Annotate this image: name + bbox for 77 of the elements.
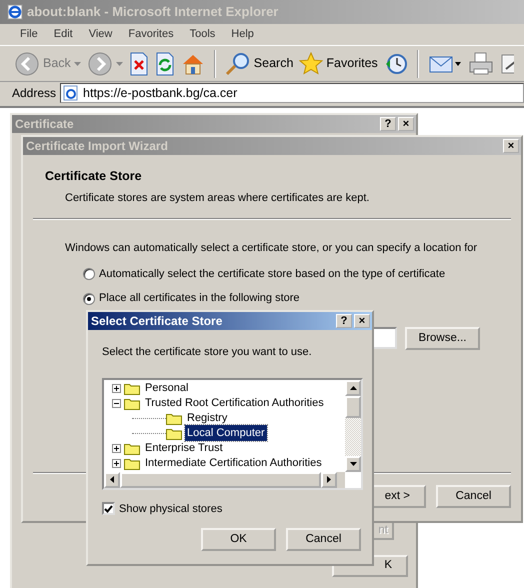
folder-icon — [166, 412, 182, 424]
up-arrow-icon — [350, 386, 356, 390]
section-heading: Certificate Store — [45, 168, 143, 185]
folder-icon — [124, 442, 140, 454]
window-title: Certificate — [15, 116, 75, 133]
address-label: Address — [12, 85, 56, 102]
radio-button[interactable] — [83, 268, 95, 280]
printer-icon — [468, 52, 494, 76]
cancel-button[interactable]: Cancel — [436, 484, 511, 508]
folder-icon — [124, 456, 140, 470]
forward-button[interactable] — [86, 50, 123, 76]
page-icon — [63, 85, 80, 101]
checkbox[interactable] — [102, 502, 115, 516]
expand-icon[interactable] — [112, 384, 121, 392]
edit-button[interactable] — [500, 52, 514, 76]
tree-item[interactable]: Intermediate Certification Authorities — [143, 454, 324, 472]
ok-button[interactable]: OK — [201, 528, 276, 551]
right-arrow-icon — [327, 476, 331, 483]
browser-icon — [7, 4, 23, 20]
expand-icon[interactable] — [112, 444, 121, 452]
star-icon — [299, 52, 324, 76]
search-icon — [224, 52, 251, 76]
collapse-icon[interactable] — [112, 398, 121, 408]
menu-item[interactable]: Edit — [46, 26, 81, 43]
edit-icon — [500, 52, 514, 76]
address-field[interactable]: https://e-postbank.bg/ca.cer — [60, 83, 524, 103]
instruction-text: Windows can automatically select a certificate store, or you can specify a location for — [64, 241, 478, 256]
cancel-button[interactable]: Cancel — [286, 528, 361, 551]
folder-icon — [124, 382, 140, 394]
menu-item[interactable]: View — [80, 26, 120, 43]
scroll-up-button[interactable] — [345, 380, 361, 396]
radio-button[interactable] — [83, 292, 95, 304]
tree-item[interactable]: Registry — [185, 410, 230, 426]
help-button[interactable]: ? — [380, 117, 396, 131]
store-tree[interactable]: Personal Trusted Root Certification Authorities Registry Local Computer Enterprise Trust Intermediate Certification Authorities — [102, 378, 363, 490]
checkbox-option[interactable]: Show physical stores — [102, 500, 222, 517]
radio-option[interactable]: Place all certificates in the following store — [83, 290, 300, 307]
down-arrow-icon — [350, 462, 356, 466]
history-button[interactable] — [384, 52, 408, 76]
scroll-thumb[interactable] — [120, 472, 321, 488]
scroll-thumb[interactable] — [345, 396, 361, 418]
vertical-scrollbar[interactable] — [345, 380, 361, 472]
scroll-right-button[interactable] — [321, 472, 337, 488]
section-description: Certificate stores are system areas where certificates are kept. — [64, 190, 370, 206]
menu-item[interactable]: File — [12, 26, 46, 43]
tree-item[interactable]: Trusted Root Certification Authorities — [143, 394, 326, 412]
scroll-down-button[interactable] — [345, 456, 361, 472]
radio-option[interactable]: Automatically select the certificate store based on the type of certificate — [83, 266, 446, 282]
refresh-icon — [154, 52, 175, 76]
tree-item[interactable]: Personal — [143, 380, 190, 396]
history-icon — [384, 52, 408, 76]
close-button[interactable]: × — [503, 139, 519, 153]
favorites-button[interactable]: Favorites — [299, 52, 378, 76]
window-title: Select Certificate Store — [91, 313, 224, 330]
folder-icon — [166, 426, 182, 440]
browse-button[interactable]: Browse... — [405, 326, 480, 350]
prompt-text: Select the certificate store you want to use. — [101, 345, 313, 360]
scroll-left-button[interactable] — [104, 472, 120, 488]
close-button[interactable]: × — [354, 314, 370, 328]
expand-icon[interactable] — [112, 458, 121, 468]
menu-item[interactable]: Tools — [182, 26, 224, 43]
stop-icon — [128, 52, 149, 76]
menu-item[interactable]: Help — [223, 26, 262, 43]
menu-item[interactable]: Favorites — [120, 26, 182, 43]
tree-item[interactable]: Local Computer — [185, 424, 267, 442]
refresh-button[interactable] — [154, 52, 175, 76]
folder-icon — [124, 396, 140, 410]
horizontal-scrollbar[interactable] — [104, 472, 345, 488]
help-button[interactable]: ? — [336, 314, 352, 328]
tree-item[interactable]: Enterprise Trust — [143, 440, 225, 456]
print-button[interactable] — [468, 52, 494, 76]
window-title: Certificate Import Wizard — [26, 138, 169, 155]
window-title: about:blank - Microsoft Internet Explorer — [27, 3, 278, 22]
stop-button[interactable] — [128, 52, 149, 76]
left-arrow-icon — [110, 476, 114, 483]
close-button[interactable]: × — [398, 117, 414, 131]
search-button[interactable]: Search — [224, 52, 294, 76]
